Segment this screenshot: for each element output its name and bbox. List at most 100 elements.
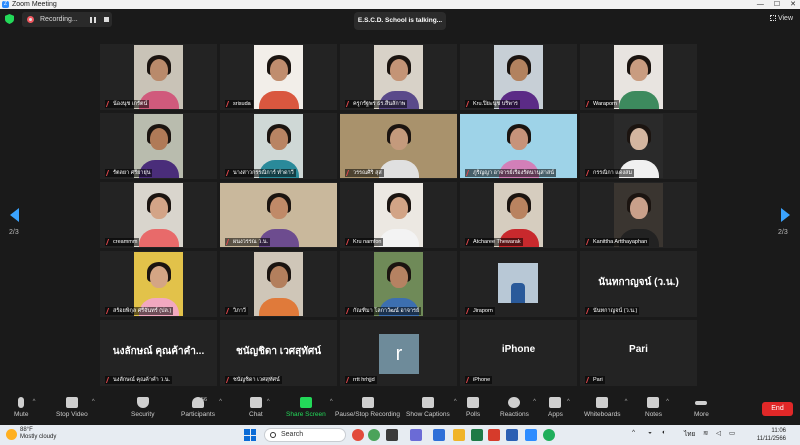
shield-icon[interactable] [5, 14, 14, 24]
whiteboards-button[interactable]: Whiteboards ^ [584, 397, 628, 418]
app-icon[interactable] [368, 429, 380, 441]
video-tile[interactable]: creammm [100, 182, 217, 248]
window-titlebar: Z Zoom Meeting — ☐ ✕ [0, 0, 800, 9]
polls-button[interactable]: Polls [466, 397, 480, 418]
weather-widget[interactable]: 88°F Mostly cloudy [6, 427, 56, 441]
video-tile[interactable]: นางสาวกรรณิการ์ ทำดาวี [220, 113, 337, 179]
previous-page-arrow-icon[interactable] [10, 208, 19, 222]
close-icon[interactable]: ✕ [790, 0, 796, 9]
muted-mic-icon [345, 170, 353, 176]
maximize-icon[interactable]: ☐ [774, 0, 780, 9]
video-tile[interactable]: ครูกรัฐพร ธร.สิ้นลักาพ [340, 44, 457, 110]
taskbar-search-input[interactable]: Search [264, 428, 346, 442]
word-app-icon[interactable] [506, 429, 518, 441]
muted-mic-icon [585, 170, 593, 176]
video-tile[interactable]: Waraporn [580, 44, 697, 110]
file-explorer-icon[interactable] [453, 429, 465, 441]
pause-stop-recording-button[interactable]: Pause/Stop Recording [335, 397, 400, 418]
next-page-arrow-icon[interactable] [781, 208, 790, 222]
chat-button[interactable]: Chat ^ [249, 397, 270, 418]
video-tile[interactable]: สร้อยพิกุล ศรีจันทร์ (ปล.) [100, 251, 217, 317]
minimize-icon[interactable]: — [757, 0, 764, 9]
acrobat-app-icon[interactable] [488, 429, 500, 441]
participants-button[interactable]: 56 Participants ^ [181, 397, 222, 418]
video-tile[interactable]: น้องนุช เกรัตน์ [100, 44, 217, 110]
chevron-up-icon[interactable]: ^ [92, 399, 95, 405]
language-indicator[interactable]: ไทย [684, 429, 695, 439]
speaker-icon[interactable]: ◐ [662, 429, 666, 436]
mute-button[interactable]: Mute ^ [14, 397, 35, 418]
show-hidden-icons-icon[interactable]: ^ [632, 429, 635, 436]
video-tile[interactable]: Kru.ปิยะนุช บริพาร [460, 44, 577, 110]
video-tile[interactable]: Atcharee Thewarak [460, 182, 577, 248]
video-tile[interactable]: srisuda [220, 44, 337, 110]
edge-app-icon[interactable] [433, 429, 445, 441]
share-screen-button[interactable]: Share Screen ^ [286, 397, 333, 418]
chevron-up-icon[interactable]: ^ [219, 399, 222, 405]
chevron-up-icon[interactable]: ^ [33, 399, 36, 405]
windows-start-icon[interactable] [244, 429, 256, 441]
video-tile[interactable]: ภูริญญา อาจารย์เรืองรัตนานุสาสน์ [460, 113, 577, 179]
profile-photo [498, 263, 538, 303]
video-tile[interactable]: กรรณิกา แดงสม [580, 113, 697, 179]
battery-icon[interactable]: ▭ [729, 429, 735, 437]
pause-recording-icon [361, 397, 374, 408]
chevron-up-icon[interactable]: ^ [267, 399, 270, 405]
pause-recording-icon[interactable] [90, 17, 96, 23]
notes-button[interactable]: Notes ^ [645, 397, 669, 418]
apps-button[interactable]: Apps ^ [548, 397, 570, 418]
weather-temperature: 88°F [20, 427, 33, 433]
chevron-up-icon[interactable]: ^ [567, 399, 570, 405]
network-icon[interactable]: ◒ [648, 429, 652, 436]
video-tile[interactable]: วิภาวี [220, 251, 337, 317]
task-view-icon[interactable] [386, 429, 398, 441]
chevron-up-icon[interactable]: ^ [454, 399, 457, 405]
security-button[interactable]: Security [131, 397, 154, 418]
meeting-controls-toolbar: Mute ^ Stop Video ^ Security 56 Participant… [0, 393, 800, 425]
video-tile[interactable]: r rrtt hrhjjd [340, 320, 457, 386]
participant-name: Kru namfon [345, 238, 384, 246]
video-feed [254, 252, 303, 316]
muted-mic-icon [225, 377, 233, 383]
end-meeting-button[interactable]: End [762, 402, 793, 416]
window-title: Zoom Meeting [12, 1, 57, 8]
teams-app-icon[interactable] [410, 429, 422, 441]
more-dots-icon [695, 401, 708, 405]
video-tile[interactable]: วรรณศิริ สุส [340, 113, 457, 179]
zoom-app-icon[interactable] [525, 429, 537, 441]
muted-mic-icon [345, 101, 353, 107]
stop-recording-icon[interactable] [104, 17, 109, 22]
video-tile[interactable]: ชนัญชิดา เวศสุทัศน์ ชนัญชิดา เวศสุทัศน์ [220, 320, 337, 386]
muted-mic-icon [585, 239, 593, 245]
line-app-icon[interactable] [543, 429, 555, 441]
view-button[interactable]: View [769, 15, 793, 22]
more-button[interactable]: More [694, 397, 709, 418]
chevron-up-icon[interactable]: ^ [330, 399, 333, 405]
chrome-app-icon[interactable] [352, 429, 364, 441]
video-tile[interactable]: Kanittha Artthayaphan [580, 182, 697, 248]
video-tile[interactable]: Jiraporn [460, 251, 577, 317]
excel-app-icon[interactable] [471, 429, 483, 441]
video-tile[interactable]: iPhone iPhone [460, 320, 577, 386]
video-tile[interactable]: นงลักษณ์ คุณค้าคำ... นงลักษณ์ คุณค้าคำ ว… [100, 320, 217, 386]
video-gallery: น้องนุช เกรัตน์ srisuda ครูกรัฐพร ธร.สิ้… [100, 44, 698, 387]
chevron-up-icon[interactable]: ^ [666, 399, 669, 405]
video-tile[interactable]: กัณฑิมา โลกาวัฒน์ อาจารย์ [340, 251, 457, 317]
reactions-button[interactable]: Reactions ^ [500, 397, 536, 418]
video-tile[interactable]: Kru namfon [340, 182, 457, 248]
video-tile[interactable]: ผนงวรรณ ว.น. [220, 182, 337, 248]
chevron-up-icon[interactable]: ^ [533, 399, 536, 405]
stop-video-button[interactable]: Stop Video ^ [56, 397, 95, 418]
weather-sun-icon [6, 429, 17, 440]
muted-mic-icon [465, 170, 473, 176]
show-captions-button[interactable]: Show Captions ^ [406, 397, 457, 418]
volume-icon[interactable]: ◁ [716, 429, 721, 437]
video-tile[interactable]: รัตลยา ศรียายุ่น [100, 113, 217, 179]
participant-name: ชนัญชิดา เวศสุทัศน์ [225, 376, 282, 384]
video-tile[interactable]: นันทกาญจน์ (ว.น.) นันทกาญจน์ (ว.น.) [580, 251, 697, 317]
taskbar-clock[interactable]: 11:06 11/11/2566 [742, 427, 786, 443]
chevron-up-icon[interactable]: ^ [625, 399, 628, 405]
muted-mic-icon [585, 101, 593, 107]
video-tile[interactable]: Pari Pari [580, 320, 697, 386]
wifi-icon[interactable]: ≋ [703, 429, 708, 437]
